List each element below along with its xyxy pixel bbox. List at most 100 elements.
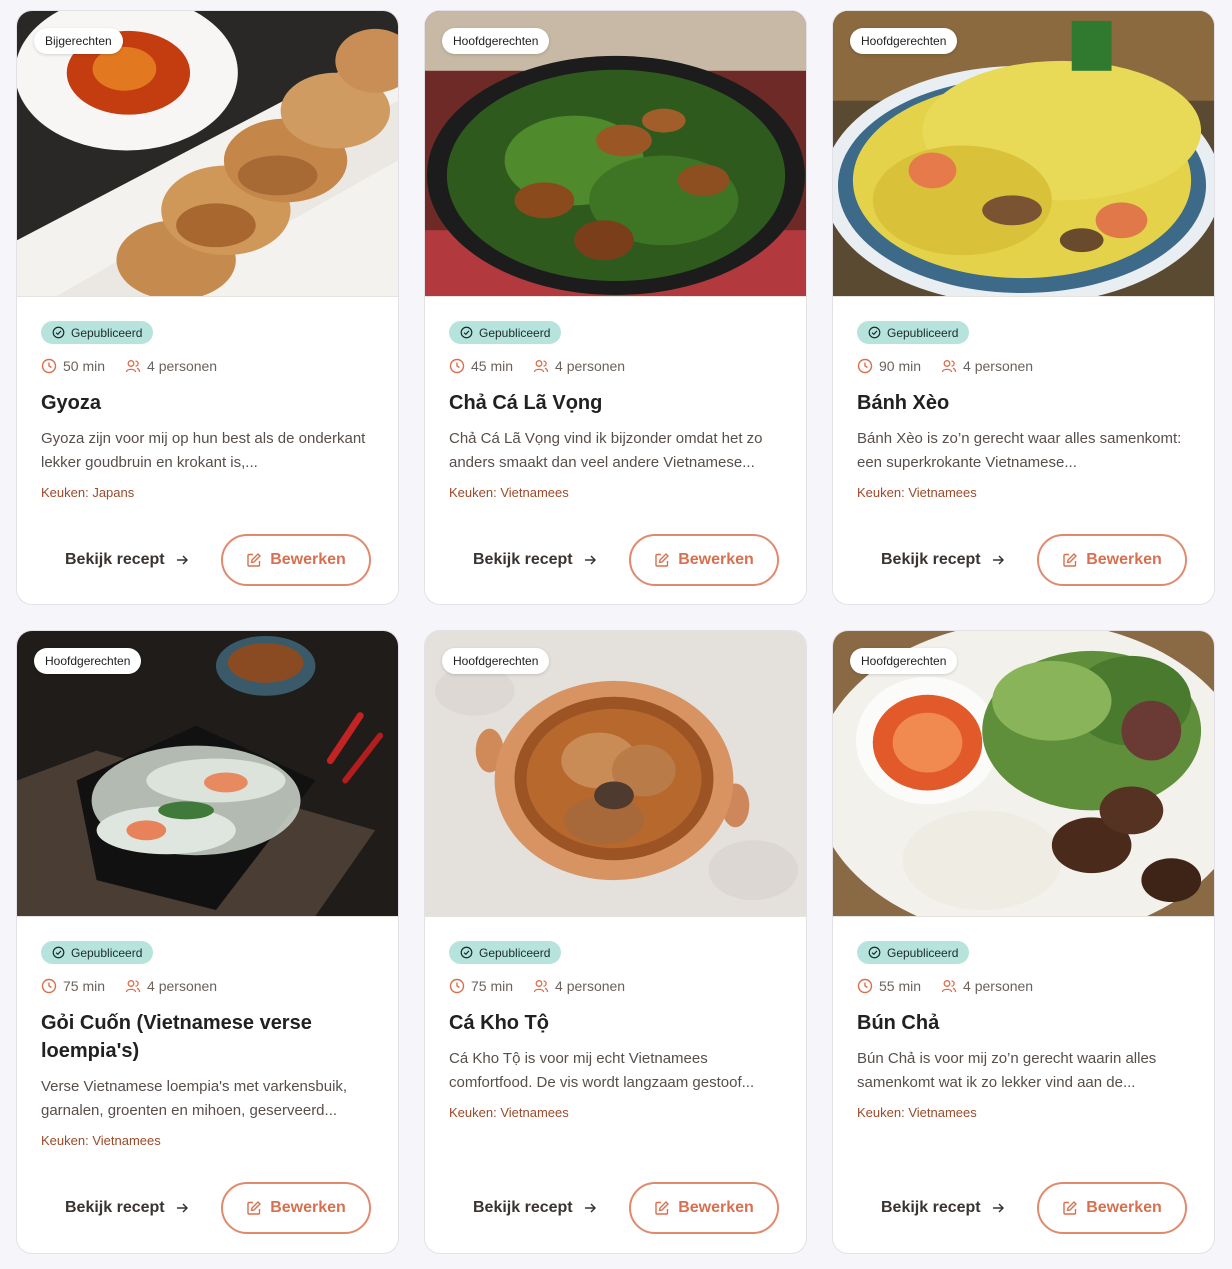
arrow-right-icon bbox=[584, 1203, 596, 1213]
view-recipe-label: Bekijk recept bbox=[473, 551, 573, 568]
recipe-image[interactable]: Hoofdgerechten bbox=[425, 631, 806, 917]
recipe-description: Bún Chả is voor mij zo’n gerecht waarin … bbox=[857, 1050, 1157, 1091]
prep-time: 75 min bbox=[471, 978, 514, 994]
servings: 4 personen bbox=[963, 358, 1034, 374]
users-icon bbox=[533, 360, 549, 373]
check-circle-icon bbox=[868, 946, 881, 959]
check-circle-icon bbox=[52, 326, 65, 339]
view-recipe-label: Bekijk recept bbox=[65, 1199, 165, 1216]
edit-icon bbox=[655, 1201, 669, 1215]
arrow-right-icon bbox=[992, 1203, 1004, 1213]
servings: 4 personen bbox=[963, 978, 1034, 994]
view-recipe-link[interactable]: Bekijk recept bbox=[857, 1199, 1037, 1217]
category-pill: Hoofdgerechten bbox=[442, 28, 550, 54]
prep-time: 75 min bbox=[63, 978, 106, 994]
edit-icon bbox=[247, 1201, 261, 1215]
prep-time: 55 min bbox=[879, 978, 922, 994]
category-pill: Hoofdgerechten bbox=[442, 648, 550, 674]
view-recipe-link[interactable]: Bekijk recept bbox=[449, 551, 629, 569]
check-circle-icon bbox=[460, 946, 473, 959]
edit-label: Bewerken bbox=[678, 551, 754, 568]
status-label: Gepubliceerd bbox=[479, 945, 551, 960]
recipe-image[interactable]: Bijgerechten bbox=[17, 11, 398, 297]
recipe-card: Bijgerechten Gepubliceerd 50 min 4 perso… bbox=[16, 10, 399, 605]
recipe-card: Hoofdgerechten Gepubliceerd 75 min 4 per… bbox=[16, 630, 399, 1254]
edit-icon bbox=[655, 553, 669, 567]
recipe-image[interactable]: Hoofdgerechten bbox=[833, 11, 1214, 297]
recipe-cuisine: Keuken: Vietnamees bbox=[41, 1133, 161, 1148]
category-pill: Hoofdgerechten bbox=[850, 28, 958, 54]
category-pill: Hoofdgerechten bbox=[34, 648, 142, 674]
recipe-image[interactable]: Hoofdgerechten bbox=[425, 11, 806, 297]
arrow-right-icon bbox=[176, 555, 188, 565]
recipe-card: Hoofdgerechten Gepubliceerd 75 min 4 per… bbox=[424, 630, 807, 1254]
recipe-card: Hoofdgerechten Gepubliceerd 45 min 4 per… bbox=[424, 10, 807, 605]
recipe-cuisine: Keuken: Japans bbox=[41, 485, 135, 500]
users-icon bbox=[125, 980, 141, 993]
view-recipe-link[interactable]: Bekijk recept bbox=[41, 551, 221, 569]
view-recipe-label: Bekijk recept bbox=[881, 1199, 981, 1216]
edit-button[interactable]: Bewerken bbox=[221, 1182, 371, 1234]
status-label: Gepubliceerd bbox=[887, 325, 959, 340]
servings: 4 personen bbox=[555, 978, 626, 994]
edit-icon bbox=[1063, 553, 1077, 567]
recipe-title[interactable]: Bánh Xèo bbox=[857, 389, 1190, 417]
recipe-cuisine: Keuken: Vietnamees bbox=[857, 1105, 977, 1120]
recipe-cuisine: Keuken: Vietnamees bbox=[449, 485, 569, 500]
status-badge: Gepubliceerd bbox=[41, 321, 154, 344]
edit-icon bbox=[247, 553, 261, 567]
status-badge: Gepubliceerd bbox=[857, 941, 970, 964]
recipe-title[interactable]: Bún Chả bbox=[857, 1009, 1190, 1037]
clock-icon bbox=[857, 978, 873, 994]
view-recipe-link[interactable]: Bekijk recept bbox=[41, 1199, 221, 1217]
recipe-image[interactable]: Hoofdgerechten bbox=[833, 631, 1214, 917]
recipe-title[interactable]: Gyoza bbox=[41, 389, 374, 417]
servings: 4 personen bbox=[555, 358, 626, 374]
category-pill: Hoofdgerechten bbox=[850, 648, 958, 674]
edit-button[interactable]: Bewerken bbox=[1037, 1182, 1187, 1234]
view-recipe-label: Bekijk recept bbox=[65, 551, 165, 568]
edit-button[interactable]: Bewerken bbox=[629, 1182, 779, 1234]
edit-button[interactable]: Bewerken bbox=[221, 534, 371, 586]
recipe-title[interactable]: Cá Kho Tộ bbox=[449, 1009, 782, 1037]
edit-button[interactable]: Bewerken bbox=[629, 534, 779, 586]
recipe-grid: Bijgerechten Gepubliceerd 50 min 4 perso… bbox=[0, 0, 1232, 1269]
arrow-right-icon bbox=[176, 1203, 188, 1213]
servings: 4 personen bbox=[147, 978, 218, 994]
recipe-description: Cá Kho Tộ is voor mij echt Vietnamees co… bbox=[449, 1050, 755, 1091]
view-recipe-label: Bekijk recept bbox=[473, 1199, 573, 1216]
clock-icon bbox=[449, 978, 465, 994]
recipe-card: Hoofdgerechten Gepubliceerd 55 min 4 per… bbox=[832, 630, 1215, 1254]
arrow-right-icon bbox=[992, 555, 1004, 565]
arrow-right-icon bbox=[584, 555, 596, 565]
prep-time: 50 min bbox=[63, 358, 106, 374]
edit-button[interactable]: Bewerken bbox=[1037, 534, 1187, 586]
edit-label: Bewerken bbox=[1086, 551, 1162, 568]
clock-icon bbox=[449, 358, 465, 374]
clock-icon bbox=[857, 358, 873, 374]
status-label: Gepubliceerd bbox=[71, 945, 143, 960]
edit-icon bbox=[1063, 1201, 1077, 1215]
recipe-meta: 50 min 4 personen bbox=[41, 358, 374, 374]
status-badge: Gepubliceerd bbox=[449, 941, 562, 964]
status-badge: Gepubliceerd bbox=[41, 941, 154, 964]
recipe-title[interactable]: Gỏi Cuốn (Vietnamese verse loempia's) bbox=[41, 1009, 374, 1065]
recipe-description: Chả Cá Lã Vọng vind ik bijzonder omdat h… bbox=[449, 430, 763, 471]
view-recipe-link[interactable]: Bekijk recept bbox=[857, 551, 1037, 569]
recipe-description: Gyoza zijn voor mij op hun best als de o… bbox=[41, 430, 366, 471]
recipe-meta: 75 min 4 personen bbox=[449, 978, 782, 994]
edit-label: Bewerken bbox=[1086, 1199, 1162, 1216]
check-circle-icon bbox=[52, 946, 65, 959]
users-icon bbox=[941, 360, 957, 373]
prep-time: 90 min bbox=[879, 358, 922, 374]
check-circle-icon bbox=[460, 326, 473, 339]
category-pill: Bijgerechten bbox=[34, 28, 123, 54]
recipe-title[interactable]: Chả Cá Lã Vọng bbox=[449, 389, 782, 417]
recipe-description: Verse Vietnamese loempia's met varkensbu… bbox=[41, 1078, 348, 1119]
users-icon bbox=[125, 360, 141, 373]
users-icon bbox=[941, 980, 957, 993]
status-label: Gepubliceerd bbox=[71, 325, 143, 340]
recipe-image[interactable]: Hoofdgerechten bbox=[17, 631, 398, 917]
status-label: Gepubliceerd bbox=[479, 325, 551, 340]
view-recipe-link[interactable]: Bekijk recept bbox=[449, 1199, 629, 1217]
